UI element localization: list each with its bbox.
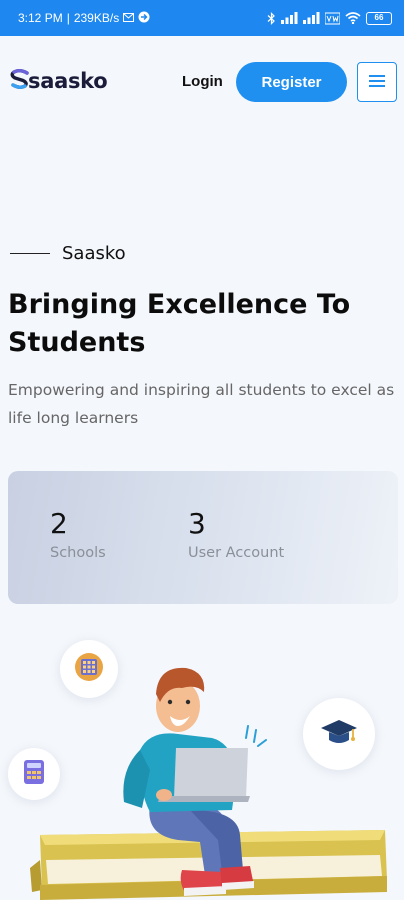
wifi-icon: [345, 12, 361, 24]
hero-illustration: [0, 630, 404, 900]
signal-icon: [281, 12, 298, 24]
stat-schools: 2 Schools: [50, 507, 106, 561]
hamburger-icon: [369, 73, 385, 92]
status-time: 3:12 PM: [18, 11, 63, 25]
status-bar: 3:12 PM | 239KB/s 66: [0, 0, 404, 36]
vowifi-icon: [325, 12, 340, 25]
sync-icon: [138, 11, 150, 26]
network-speed: 239KB/s: [73, 11, 120, 25]
stat-value: 3: [188, 507, 206, 540]
bluetooth-icon: [267, 11, 276, 25]
eyebrow-text: Saasko: [62, 243, 126, 264]
stat-label: Schools: [50, 545, 106, 561]
student-laptop-illustration: [30, 667, 387, 900]
hero-title: Bringing Excellence To Students: [8, 289, 351, 358]
hero-subtitle: Empowering and inspiring all students to…: [8, 381, 395, 427]
stat-label: User Account: [188, 545, 285, 561]
register-button[interactable]: Register: [236, 62, 347, 102]
header: saasko Login Register: [0, 56, 404, 112]
stats-card: 2 Schools 3 User Account: [8, 471, 398, 604]
menu-button[interactable]: [357, 62, 397, 102]
battery-icon: 66: [366, 11, 392, 25]
stat-user-accounts: 3 User Account: [188, 507, 284, 561]
signal-icon: [303, 12, 320, 24]
battery-level: 66: [374, 12, 384, 22]
mail-icon: [123, 11, 135, 25]
status-right: 66: [267, 11, 392, 25]
status-left: 3:12 PM | 239KB/s: [18, 11, 150, 26]
logo-text: saasko: [28, 69, 108, 93]
eyebrow-divider: [10, 252, 50, 255]
stat-value: 2: [50, 507, 68, 540]
hero-eyebrow: Saasko: [10, 243, 126, 264]
logo[interactable]: saasko: [10, 68, 108, 94]
logo-mark-icon: [10, 68, 30, 94]
login-link[interactable]: Login: [182, 73, 223, 90]
